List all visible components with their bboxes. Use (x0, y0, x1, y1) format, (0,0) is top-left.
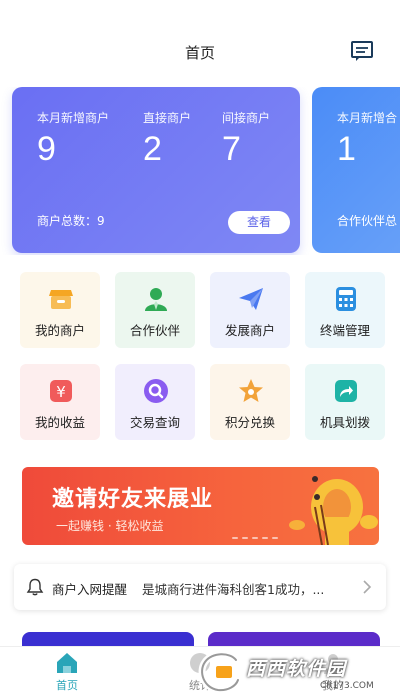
merchant-stats-card: 本月新增商户 9 直接商户 2 间接商户 7 商户总数：9 查看 (12, 87, 300, 253)
page-title: 首页 (184, 44, 215, 62)
banner-subtitle: 一起赚钱 · 轻松收益 (56, 519, 164, 533)
merchant-total: 商户总数：9 (37, 214, 105, 228)
tile-points-exchange[interactable]: 积分兑换 (210, 364, 290, 440)
watermark-sub: CR173.COM (320, 681, 374, 691)
calculator-icon (336, 287, 356, 311)
partner-total: 合作伙伴总 (337, 214, 398, 228)
stat-direct-merchants: 直接商户 2 (143, 109, 191, 169)
tile-my-merchants[interactable]: 我的商户 (20, 272, 100, 348)
tab-label: 首页 (56, 679, 78, 692)
coin-illustration (289, 476, 378, 545)
stat-indirect-merchants: 间接商户 7 (222, 109, 270, 169)
paper-plane-icon (239, 288, 263, 310)
share-icon (335, 380, 357, 402)
stat-label: 直接商户 (143, 111, 192, 125)
notice-bar[interactable]: 商户入网提醒 是城商行进件海科创客1成功，... (14, 564, 386, 610)
view-button[interactable]: 查看 (228, 211, 290, 234)
watermark: 西西软件园 CR173.COM (190, 648, 386, 696)
stat-label: 本月新增商户 (37, 111, 110, 125)
tile-device-transfer[interactable]: 机具划拨 (305, 364, 385, 440)
tile-label: 我的商户 (34, 323, 85, 338)
partner-icon (145, 288, 167, 311)
stat-label: 本月新增合 (337, 111, 398, 125)
tile-my-earnings[interactable]: ¥ 我的收益 (20, 364, 100, 440)
tile-develop-merchants[interactable]: 发展商户 (210, 272, 290, 348)
yen-icon: ¥ (50, 380, 72, 402)
tile-partners[interactable]: 合作伙伴 (115, 272, 195, 348)
tile-terminal-management[interactable]: 终端管理 (305, 272, 385, 348)
chevron-right-icon (363, 580, 372, 594)
carousel-dots (232, 537, 278, 539)
tab-home[interactable]: 首页 (27, 651, 107, 693)
notice-text: 是城商行进件海科创客1成功，... (142, 582, 325, 597)
svg-text:¥: ¥ (56, 383, 66, 401)
notice-label: 商户入网提醒 (52, 582, 128, 597)
tile-label: 我的收益 (34, 415, 85, 430)
search-icon (144, 379, 168, 403)
tile-label: 积分兑换 (224, 415, 275, 430)
watermark-text: 西西软件园 (246, 658, 347, 680)
tile-transaction-query[interactable]: 交易查询 (115, 364, 195, 440)
stat-value: 7 (222, 130, 241, 168)
stat-value: 1 (337, 130, 356, 168)
star-icon (239, 379, 263, 402)
partner-stats-card[interactable]: 本月新增合 1 合作伙伴总 (312, 87, 400, 253)
tile-label: 机具划拨 (319, 415, 370, 430)
invite-banner[interactable]: 邀请好友来展业 一起赚钱 · 轻松收益 (22, 467, 379, 545)
header: 首页 (0, 0, 400, 80)
watermark-logo (198, 650, 242, 694)
stat-label: 间接商户 (222, 111, 271, 125)
tile-label: 发展商户 (224, 323, 275, 338)
home-icon (57, 653, 77, 673)
bell-icon (26, 578, 44, 596)
banner-title: 邀请好友来展业 (52, 487, 214, 512)
shop-icon (49, 290, 73, 309)
tile-label: 交易查询 (129, 415, 180, 430)
message-icon[interactable] (350, 40, 374, 62)
tile-label: 合作伙伴 (129, 323, 180, 338)
stat-value: 2 (143, 130, 162, 168)
stat-new-merchants: 本月新增商户 9 (37, 109, 109, 169)
stat-new-partners: 本月新增合 1 (337, 109, 397, 169)
stat-value: 9 (37, 130, 56, 168)
tile-label: 终端管理 (319, 323, 370, 338)
stats-carousel[interactable]: 本月新增商户 9 直接商户 2 间接商户 7 商户总数：9 查看 本月新增合 1… (0, 87, 400, 255)
